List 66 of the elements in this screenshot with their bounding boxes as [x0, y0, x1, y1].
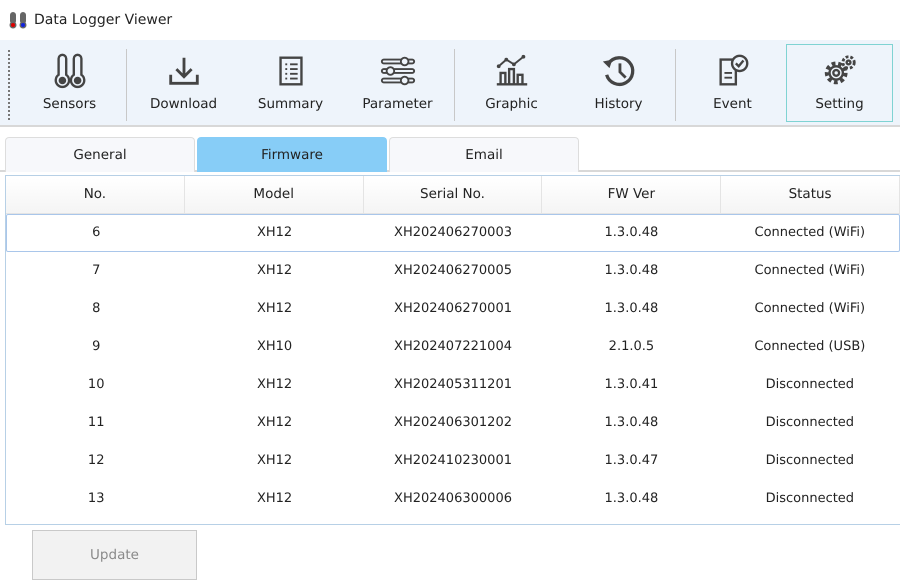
- toolbar-button[interactable]: Setting: [786, 44, 893, 122]
- table-cell-text: 1.3.0.48: [604, 262, 660, 280]
- table-cell-text: XH12: [256, 300, 294, 318]
- toolbar-button[interactable]: History: [565, 44, 672, 122]
- table-cell-text: XH202406300006: [393, 490, 513, 508]
- table-row[interactable]: 13 XH12 XH202406300006 1.3.0.48 Disconnected: [6, 480, 900, 518]
- thermometer-icon: [8, 11, 28, 29]
- table-cell-text: XH10: [256, 338, 294, 356]
- table-row[interactable]: 11 XH12 XH202406301202 1.3.0.48 Disconnected: [6, 404, 900, 442]
- table-cell-text: 6: [91, 224, 102, 242]
- table-cell-text: Connected (WiFi): [754, 224, 866, 242]
- table-cell-text: Connected (WiFi): [754, 262, 866, 280]
- table-cell-text: 7: [91, 262, 102, 280]
- table-cell-text: XH202406301202: [393, 414, 513, 432]
- table-cell-text: 1.3.0.48: [604, 300, 660, 318]
- table-cell-text: 8: [91, 300, 102, 318]
- table-cell-text: XH12: [256, 224, 294, 242]
- table-row[interactable]: 8 XH12 XH202406270001 1.3.0.48 Connected (WiFi): [6, 290, 900, 328]
- table-cell-text: XH12: [256, 376, 294, 394]
- table-cell-text: Disconnected: [764, 376, 856, 394]
- table-row[interactable]: 10 XH12 XH202405311201 1.3.0.41 Disconnected: [6, 366, 900, 404]
- toolbar-button[interactable]: Parameter: [344, 44, 451, 122]
- table-cell-text: 9: [91, 338, 102, 356]
- table-row[interactable]: 12 XH12 XH202410230001 1.3.0.47 Disconnected: [6, 442, 900, 480]
- table-cell-text: Disconnected: [764, 414, 856, 432]
- table-cell-text: XH202410230001: [393, 452, 513, 470]
- toolbar-button[interactable]: Event: [679, 44, 786, 122]
- table-row[interactable]: 7 XH12 XH202406270005 1.3.0.48 Connected (WiFi): [6, 252, 900, 290]
- table-cell-text: Connected (WiFi): [754, 300, 866, 318]
- table-row[interactable]: 9 XH10 XH202407221004 2.1.0.5 Connected (USB): [6, 328, 900, 366]
- table-cell-text: XH12: [256, 490, 294, 508]
- column-header[interactable]: Model: [184, 176, 364, 213]
- toolbar-button[interactable]: Summary: [237, 44, 344, 122]
- table-cell-text: 1.3.0.48: [604, 224, 660, 242]
- table-cell-text: XH12: [256, 414, 294, 432]
- table-cell-text: 1.3.0.48: [604, 490, 660, 508]
- table-cell-text: 13: [86, 490, 106, 508]
- table-cell-text: Connected (USB): [753, 338, 866, 356]
- table-cell-text: XH202406270005: [393, 262, 513, 280]
- table-cell-text: 12: [86, 452, 106, 470]
- table-cell-text: XH202406270003: [393, 224, 513, 242]
- toolbar-button[interactable]: Sensors: [16, 44, 123, 122]
- column-header[interactable]: No.: [6, 176, 185, 213]
- table-row[interactable]: 6 XH12 XH202406270003 1.3.0.48 Connected (WiFi): [6, 214, 900, 252]
- table-cell-text: Disconnected: [764, 452, 856, 470]
- table-cell-text: 1.3.0.47: [604, 452, 660, 470]
- toolbar-button[interactable]: Download: [130, 44, 237, 122]
- table-cell-text: Disconnected: [764, 490, 856, 508]
- table-cell-text: XH202405311201: [393, 376, 513, 394]
- table-cell-text: 10: [86, 376, 106, 394]
- tab[interactable]: Email: [389, 137, 579, 172]
- table-cell-text: XH202406270001: [393, 300, 513, 318]
- window-title: Data Logger Viewer: [34, 10, 172, 30]
- column-header[interactable]: Serial No.: [364, 176, 542, 213]
- table-cell-text: 1.3.0.41: [604, 376, 660, 394]
- table-cell-text: XH202407221004: [393, 338, 513, 356]
- table-cell-text: 1.3.0.48: [604, 414, 660, 432]
- table-cell-text: XH12: [256, 452, 294, 470]
- table-cell-text: 11: [86, 414, 106, 432]
- tab[interactable]: General: [5, 137, 195, 172]
- tab[interactable]: Firmware: [197, 137, 387, 172]
- column-header[interactable]: FW Ver: [542, 176, 722, 213]
- toolbar-button[interactable]: Graphic: [458, 44, 565, 122]
- column-header[interactable]: Status: [721, 176, 900, 213]
- table-cell-text: XH12: [256, 262, 294, 280]
- table-cell-text: 2.1.0.5: [608, 338, 656, 356]
